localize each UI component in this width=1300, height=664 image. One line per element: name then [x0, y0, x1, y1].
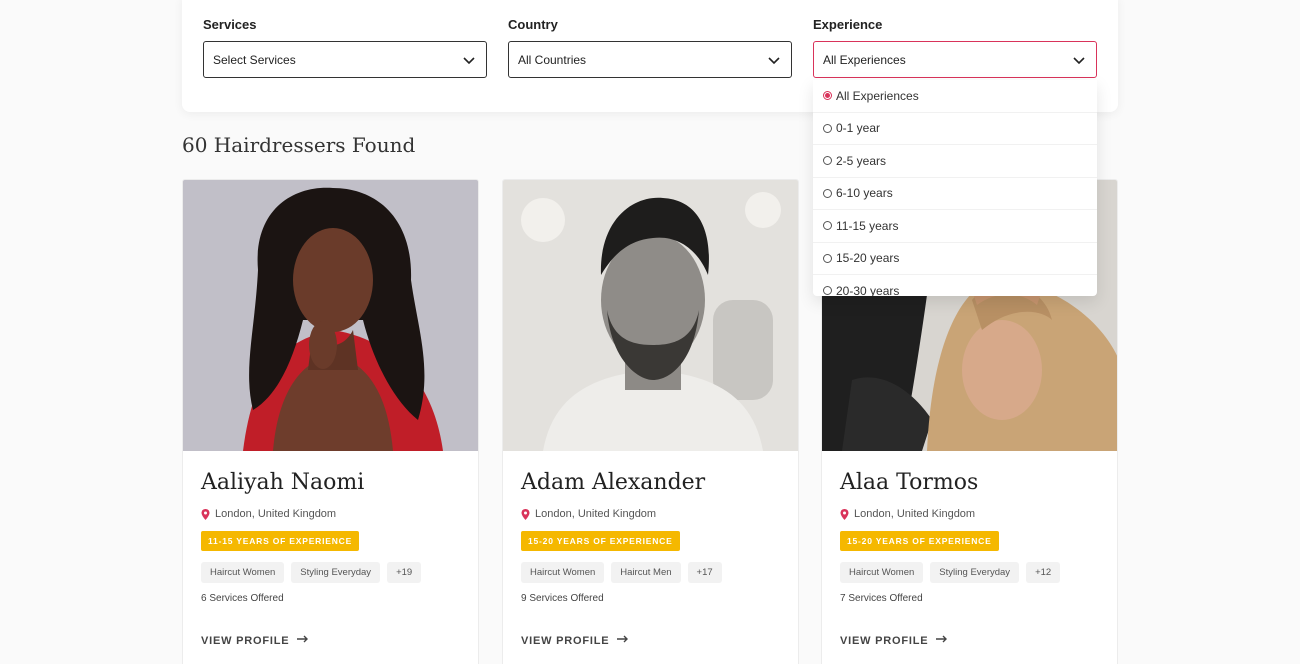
experience-option-label: 15-20 years [836, 251, 900, 266]
radio-icon [823, 123, 832, 133]
service-tag: Haircut Women [201, 562, 285, 583]
service-tag: Haircut Men [611, 562, 681, 583]
service-tags: Haircut Women Styling Everyday +19 [201, 562, 460, 583]
experience-select[interactable]: All Experiences [813, 41, 1097, 78]
view-profile-label: VIEW PROFILE [840, 634, 929, 647]
services-filter-label: Services [203, 17, 257, 32]
experience-badge: 15-20 YEARS OF EXPERIENCE [840, 531, 999, 551]
arrow-right-icon [297, 634, 309, 647]
country-select[interactable]: All Countries [508, 41, 792, 78]
experience-badge: 15-20 YEARS OF EXPERIENCE [521, 531, 680, 551]
view-profile-link[interactable]: VIEW PROFILE [840, 634, 1099, 647]
experience-option-label: 11-15 years [836, 218, 899, 233]
experience-option-label: 6-10 years [836, 186, 893, 201]
experience-filter-label: Experience [813, 17, 883, 32]
radio-icon [823, 286, 832, 296]
chevron-down-icon [462, 53, 476, 67]
experience-option-label: 20-30 years [836, 283, 900, 296]
experience-option[interactable]: 6-10 years [813, 178, 1097, 210]
location-text: London, United Kingdom [535, 508, 657, 520]
location-pin-icon [521, 508, 530, 520]
radio-icon [823, 188, 832, 198]
hairdresser-card[interactable]: Adam Alexander London, United Kingdom 15… [502, 179, 799, 664]
country-filter: Country All Countries [508, 16, 792, 78]
more-services-tag: +17 [687, 562, 722, 583]
chevron-down-icon [1072, 53, 1086, 67]
hairdresser-name: Alaa Tormos [840, 470, 979, 495]
experience-option[interactable]: 20-30 years [813, 275, 1097, 296]
experience-option[interactable]: 2-5 years [813, 145, 1097, 178]
radio-icon [823, 156, 832, 166]
view-profile-label: VIEW PROFILE [521, 634, 610, 647]
experience-filter: Experience All Experiences [813, 16, 1097, 78]
services-count: 7 Services Offered [840, 593, 923, 604]
view-profile-link[interactable]: VIEW PROFILE [201, 634, 460, 647]
location-pin-icon [840, 508, 849, 520]
service-tags: Haircut Women Styling Everyday +12 [840, 562, 1099, 583]
arrow-right-icon [936, 634, 948, 647]
country-filter-label: Country [508, 17, 558, 32]
services-select[interactable]: Select Services [203, 41, 487, 78]
chevron-down-icon [767, 53, 781, 67]
view-profile-label: VIEW PROFILE [201, 634, 290, 647]
hairdresser-name: Aaliyah Naomi [201, 470, 365, 495]
location-text: London, United Kingdom [854, 508, 976, 520]
hairdresser-name: Adam Alexander [521, 470, 706, 495]
service-tags: Haircut Women Haircut Men +17 [521, 562, 780, 583]
hairdresser-card[interactable]: Aaliyah Naomi London, United Kingdom 11-… [182, 179, 479, 664]
services-select-value: Select Services [213, 52, 296, 67]
service-tag: Haircut Women [521, 562, 605, 583]
service-tag: Styling Everyday [930, 562, 1020, 583]
services-count: 9 Services Offered [521, 593, 604, 604]
location-pin-icon [201, 508, 210, 520]
experience-badge: 11-15 YEARS OF EXPERIENCE [201, 531, 360, 551]
country-select-value: All Countries [518, 52, 587, 67]
experience-option[interactable]: 0-1 year [813, 113, 1097, 145]
arrow-right-icon [617, 634, 629, 647]
view-profile-link[interactable]: VIEW PROFILE [521, 634, 780, 647]
services-filter: Services Select Services [203, 16, 487, 78]
hairdresser-photo [503, 180, 798, 451]
more-services-tag: +12 [1026, 562, 1061, 583]
service-tag: Styling Everyday [291, 562, 381, 583]
more-services-tag: +19 [387, 562, 422, 583]
location-text: London, United Kingdom [215, 508, 337, 520]
service-tag: Haircut Women [840, 562, 924, 583]
experience-dropdown: All Experiences 0-1 year 2-5 years 6-10 … [813, 80, 1097, 296]
experience-select-value: All Experiences [823, 52, 906, 67]
hairdresser-photo [183, 180, 478, 451]
experience-option[interactable]: 15-20 years [813, 243, 1097, 275]
radio-icon [823, 253, 832, 263]
location: London, United Kingdom [840, 508, 1099, 520]
radio-selected-icon [823, 91, 832, 101]
results-heading: 60 Hairdressers Found [182, 133, 416, 157]
experience-option-label: All Experiences [836, 88, 919, 103]
experience-option-label: 0-1 year [836, 121, 881, 136]
radio-icon [823, 221, 832, 231]
services-count: 6 Services Offered [201, 593, 284, 604]
experience-option[interactable]: All Experiences [813, 80, 1097, 113]
experience-option-label: 2-5 years [836, 153, 887, 168]
location: London, United Kingdom [201, 508, 460, 520]
location: London, United Kingdom [521, 508, 780, 520]
experience-option[interactable]: 11-15 years [813, 210, 1097, 243]
